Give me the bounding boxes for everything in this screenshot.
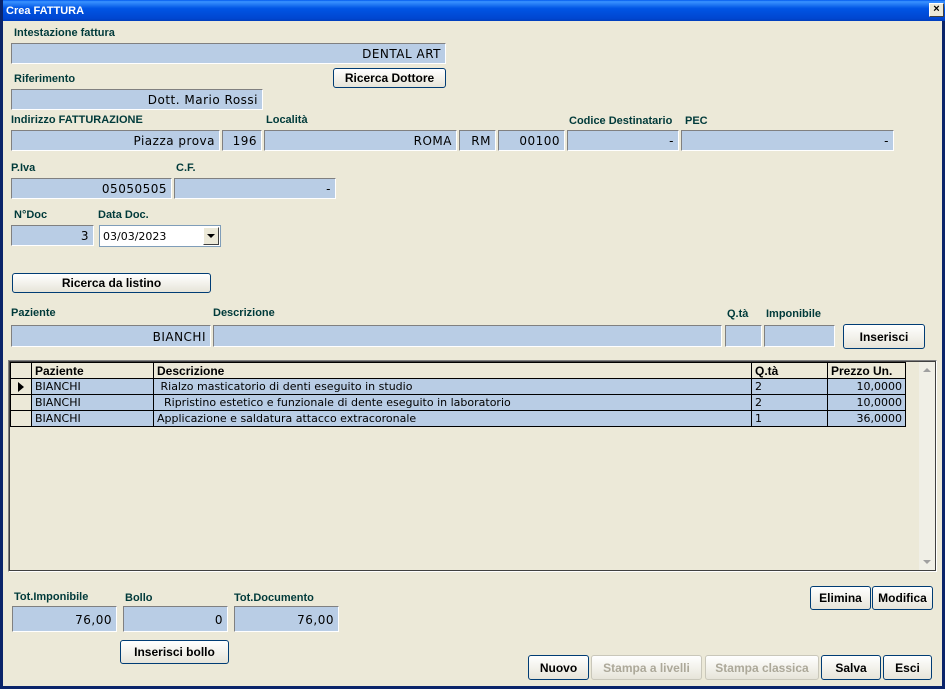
pec-label: PEC <box>685 115 708 127</box>
nuovo-button[interactable]: Nuovo <box>528 655 589 680</box>
row-selector-header <box>10 362 32 379</box>
intestazione-field[interactable]: DENTAL ART <box>11 43 446 64</box>
indirizzo-street-field[interactable]: Piazza prova <box>11 130 220 151</box>
cf-field[interactable]: - <box>174 178 336 199</box>
cell-paziente[interactable]: BIANCHI <box>31 378 154 395</box>
inserisci-button[interactable]: Inserisci <box>843 324 925 349</box>
ndoc-field[interactable]: 3 <box>11 225 94 246</box>
localita-label: Località <box>266 114 308 126</box>
tot-imponibile-field: 76,00 <box>12 606 117 632</box>
inserisci-bollo-button[interactable]: Inserisci bollo <box>120 640 229 664</box>
bollo-label: Bollo <box>125 592 153 604</box>
riferimento-label: Riferimento <box>14 73 76 85</box>
grid-vertical-scrollbar[interactable] <box>919 362 935 570</box>
imponibile-label: Imponibile <box>766 308 821 320</box>
esci-button[interactable]: Esci <box>883 655 932 680</box>
table-row[interactable]: BIANCHI Rialzo masticatorio di denti ese… <box>10 378 906 395</box>
row-selector[interactable] <box>10 394 32 411</box>
descrizione-field[interactable] <box>213 325 722 347</box>
piva-field[interactable]: 05050505 <box>11 178 172 199</box>
crea-fattura-window: Crea FATTURA × Intestazione fattura DENT… <box>0 0 945 689</box>
cell-prezzo[interactable]: 10,0000 <box>827 394 906 411</box>
current-row-arrow-icon <box>18 382 24 392</box>
cell-prezzo[interactable]: 36,0000 <box>827 410 906 427</box>
qta-label: Q.tà <box>727 308 749 320</box>
localita-field[interactable]: ROMA <box>264 130 457 151</box>
cell-descrizione[interactable]: Rialzo masticatorio di denti eseguito in… <box>153 378 752 395</box>
column-header-descrizione[interactable]: Descrizione <box>153 362 752 379</box>
cell-qta[interactable]: 2 <box>751 394 828 411</box>
paziente-field[interactable]: BIANCHI <box>11 325 211 347</box>
stampa-classica-button[interactable]: Stampa classica <box>705 655 819 680</box>
righe-table: Paziente Descrizione Q.tà Prezzo Un. BIA… <box>10 362 906 427</box>
codice-destinatario-field[interactable]: - <box>567 130 679 151</box>
cf-label: C.F. <box>176 162 196 174</box>
table-row[interactable]: BIANCHI Ripristino estetico e funzionale… <box>10 394 906 411</box>
salva-button[interactable]: Salva <box>821 655 881 680</box>
cell-qta[interactable]: 1 <box>751 410 828 427</box>
bollo-field[interactable]: 0 <box>123 606 228 632</box>
row-selector[interactable] <box>10 378 32 395</box>
codice-destinatario-label: Codice Destinatario <box>569 115 673 127</box>
modifica-button[interactable]: Modifica <box>872 586 933 610</box>
ricerca-listino-button[interactable]: Ricerca da listino <box>12 273 211 293</box>
pec-field[interactable]: - <box>681 130 894 151</box>
window-title: Crea FATTURA <box>6 4 85 17</box>
scroll-up-icon[interactable] <box>919 362 935 378</box>
stampa-livelli-button[interactable]: Stampa a livelli <box>591 655 702 680</box>
riferimento-field[interactable]: Dott. Mario Rossi <box>11 89 263 110</box>
ricerca-dottore-button[interactable]: Ricerca Dottore <box>333 68 446 88</box>
intestazione-label: Intestazione fattura <box>14 27 115 39</box>
title-bar: Crea FATTURA × <box>3 0 945 21</box>
column-header-prezzo[interactable]: Prezzo Un. <box>827 362 906 379</box>
piva-label: P.Iva <box>11 162 36 174</box>
cell-paziente[interactable]: BIANCHI <box>31 394 154 411</box>
descrizione-label: Descrizione <box>213 307 275 319</box>
row-selector[interactable] <box>10 410 32 427</box>
indirizzo-label: Indirizzo FATTURAZIONE <box>11 114 143 126</box>
tot-documento-label: Tot.Documento <box>234 592 314 604</box>
indirizzo-number-field[interactable]: 196 <box>222 130 262 151</box>
scroll-down-icon[interactable] <box>919 554 935 570</box>
elimina-button[interactable]: Elimina <box>810 586 871 610</box>
cap-field[interactable]: 00100 <box>498 130 565 151</box>
table-header-row: Paziente Descrizione Q.tà Prezzo Un. <box>10 362 906 379</box>
table-row[interactable]: BIANCHI Applicazione e saldatura attacco… <box>10 410 906 427</box>
chevron-down-icon[interactable] <box>203 227 219 245</box>
data-doc-picker[interactable]: 03/03/2023 <box>99 225 221 247</box>
data-doc-label: Data Doc. <box>98 209 149 221</box>
qta-field[interactable] <box>725 325 762 347</box>
righe-fattura-grid[interactable]: Paziente Descrizione Q.tà Prezzo Un. BIA… <box>8 360 937 572</box>
cell-qta[interactable]: 2 <box>751 378 828 395</box>
close-icon[interactable]: × <box>929 3 944 17</box>
imponibile-field[interactable] <box>764 325 835 347</box>
data-doc-value: 03/03/2023 <box>103 230 167 243</box>
paziente-label: Paziente <box>11 307 56 319</box>
ndoc-label: N°Doc <box>14 209 48 221</box>
tot-documento-field: 76,00 <box>234 606 339 632</box>
tot-imponibile-label: Tot.Imponibile <box>14 591 89 603</box>
cell-descrizione[interactable]: Ripristino estetico e funzionale di dent… <box>153 394 752 411</box>
column-header-paziente[interactable]: Paziente <box>31 362 154 379</box>
cell-descrizione[interactable]: Applicazione e saldatura attacco extraco… <box>153 410 752 427</box>
cell-prezzo[interactable]: 10,0000 <box>827 378 906 395</box>
cell-paziente[interactable]: BIANCHI <box>31 410 154 427</box>
column-header-qta[interactable]: Q.tà <box>751 362 828 379</box>
provincia-field[interactable]: RM <box>459 130 496 151</box>
